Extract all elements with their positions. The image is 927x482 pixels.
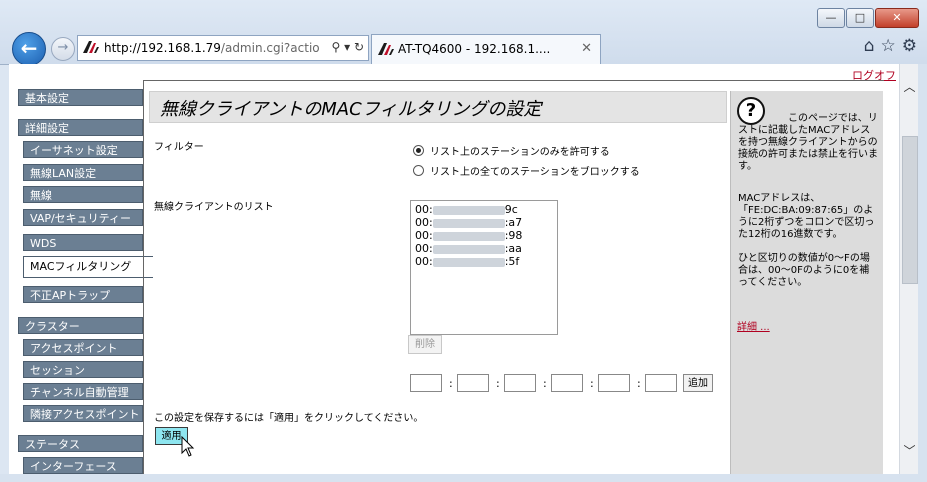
back-arrow-icon: ← — [20, 36, 38, 60]
help-panel: ? このページでは、リストに記載したMACアドレスを持つ無線クライアントからの接… — [730, 91, 883, 474]
sidebar-item-interface[interactable]: インターフェース — [23, 457, 143, 474]
scroll-thumb[interactable] — [902, 136, 918, 284]
sidebar-item-wireless[interactable]: 無線 — [23, 186, 143, 203]
new-tab-area[interactable] — [600, 34, 601, 63]
close-icon: ✕ — [892, 11, 902, 24]
sidebar-item-status[interactable]: ステータス — [18, 435, 143, 452]
mac-separator: : — [496, 377, 500, 390]
address-tools: ⚲ ▾ ↻ — [331, 40, 364, 54]
window-controls: — □ ✕ — [816, 8, 919, 28]
mac-separator: : — [543, 377, 547, 390]
sidebar-item-session[interactable]: セッション — [23, 361, 143, 378]
close-window-button[interactable]: ✕ — [875, 8, 919, 28]
sidebar-item-advanced[interactable]: 詳細設定 — [18, 119, 143, 136]
minimize-button[interactable]: — — [817, 8, 845, 28]
minimize-icon: — — [825, 11, 837, 24]
vertical-scrollbar[interactable]: ︿ ﹀ — [899, 64, 919, 474]
help-mac-note: MACアドレスは、「FE:DC:BA:09:87:65」のように2桁ずつをコロン… — [738, 193, 875, 240]
browser-tab[interactable]: AT-TQ4600 - 192.168.1.... ✕ — [371, 34, 601, 64]
back-button[interactable]: ← — [12, 32, 46, 66]
url-text[interactable]: http://192.168.1.79/admin.cgi?actio — [104, 41, 320, 55]
search-icon[interactable]: ⚲ — [331, 40, 340, 54]
mac-octet-3-input[interactable] — [504, 374, 536, 392]
tab-title: AT-TQ4600 - 192.168.1.... — [398, 42, 551, 56]
scroll-down-icon[interactable]: ﹀ — [900, 442, 919, 459]
site-logo-icon — [83, 41, 99, 53]
sidebar-item-wlan[interactable]: 無線LAN設定 — [23, 164, 143, 181]
filter-option-block[interactable]: リスト上の全てのステーションをブロックする — [413, 163, 640, 178]
details-link[interactable]: 詳細 ... — [737, 318, 770, 333]
list-item[interactable]: 00::a7 — [415, 216, 522, 229]
browser-right-icons: ⌂ ☆ ⚙ — [864, 36, 917, 56]
sidebar-item-wds[interactable]: WDS — [23, 234, 143, 251]
window-frame-bottom — [0, 474, 927, 482]
list-item[interactable]: 00::98 — [415, 229, 522, 242]
sidebar-item-cluster[interactable]: クラスター — [18, 317, 143, 334]
filter-option-allow-label: リスト上のステーションのみを許可する — [430, 147, 610, 158]
help-intro-text: このページでは、リストに記載したMACアドレスを持つ無線クライアントからの接続の… — [738, 113, 878, 172]
home-icon[interactable]: ⌂ — [864, 36, 875, 56]
sidebar-item-channel-auto[interactable]: チャンネル自動管理 — [23, 383, 143, 400]
radio-allow[interactable] — [413, 145, 424, 156]
page-title: 無線クライアントのMACフィルタリングの設定 — [160, 99, 542, 120]
sidebar-item-access-point[interactable]: アクセスポイント — [23, 339, 143, 356]
sidebar-item-ethernet[interactable]: イーサネット設定 — [23, 141, 143, 158]
tab-site-logo-icon — [378, 43, 394, 55]
add-button[interactable]: 追加 — [683, 374, 713, 392]
mouse-cursor-icon — [181, 436, 195, 457]
sidebar-item-vap-security[interactable]: VAP/セキュリティー — [23, 209, 143, 226]
mac-separator: : — [637, 377, 641, 390]
scroll-up-icon[interactable]: ︿ — [900, 78, 919, 95]
client-mac-listbox[interactable]: 00: 9c 00::a7 00::98 00::aa 00::5f — [410, 200, 558, 335]
tab-close-icon[interactable]: ✕ — [581, 41, 592, 56]
radio-block[interactable] — [413, 165, 424, 176]
sidebar-item-basic[interactable]: 基本設定 — [18, 89, 143, 106]
delete-button[interactable]: 削除 — [408, 335, 442, 354]
forward-button[interactable]: → — [51, 37, 75, 61]
maximize-button[interactable]: □ — [846, 8, 874, 28]
filter-label: フィルター — [154, 142, 204, 153]
list-item[interactable]: 00::aa — [415, 242, 522, 255]
help-digit-note: ひと区切りの数値が0～Fの場合は、00～0Fのように0を補ってください。 — [738, 253, 870, 288]
mac-octet-2-input[interactable] — [457, 374, 489, 392]
favorites-star-icon[interactable]: ☆ — [881, 36, 896, 56]
client-list-label: 無線クライアントのリスト — [154, 202, 274, 213]
mac-separator: : — [449, 377, 453, 390]
browser-toolbar: — □ ✕ ← → http://192.168.1.79/admin.cgi?… — [0, 0, 927, 66]
filter-option-allow[interactable]: リスト上のステーションのみを許可する — [413, 143, 610, 158]
address-bar[interactable]: http://192.168.1.79/admin.cgi?actio ⚲ ▾ … — [77, 35, 369, 61]
mac-octet-1-input[interactable] — [410, 374, 442, 392]
sidebar-item-neighbor-ap[interactable]: 隣接アクセスポイント — [23, 405, 143, 422]
sidebar-item-rogue-ap[interactable]: 不正APトラップ — [23, 286, 143, 303]
mac-octet-5-input[interactable] — [598, 374, 630, 392]
page-title-bar: 無線クライアントのMACフィルタリングの設定 — [149, 91, 727, 123]
maximize-icon: □ — [854, 11, 866, 24]
list-item[interactable]: 00: 9c — [415, 203, 518, 216]
forward-arrow-icon: → — [57, 40, 69, 55]
filter-option-block-label: リスト上の全てのステーションをブロックする — [430, 167, 640, 178]
mac-separator: : — [590, 377, 594, 390]
settings-gear-icon[interactable]: ⚙ — [902, 36, 917, 56]
list-item[interactable]: 00::5f — [415, 255, 519, 268]
refresh-icon[interactable]: ↻ — [354, 40, 364, 54]
web-page: ログオフ 基本設定 詳細設定 イーサネット設定 無線LAN設定 無線 VAP/セ… — [9, 64, 899, 474]
sidebar-item-mac-filtering[interactable]: MACフィルタリング — [23, 256, 153, 278]
dropdown-arrow-icon[interactable]: ▾ — [344, 40, 350, 54]
window-frame-right — [918, 64, 927, 482]
mac-octet-6-input[interactable] — [645, 374, 677, 392]
save-note: この設定を保存するには「適用」をクリックしてください。 — [154, 413, 424, 424]
mac-octet-4-input[interactable] — [551, 374, 583, 392]
